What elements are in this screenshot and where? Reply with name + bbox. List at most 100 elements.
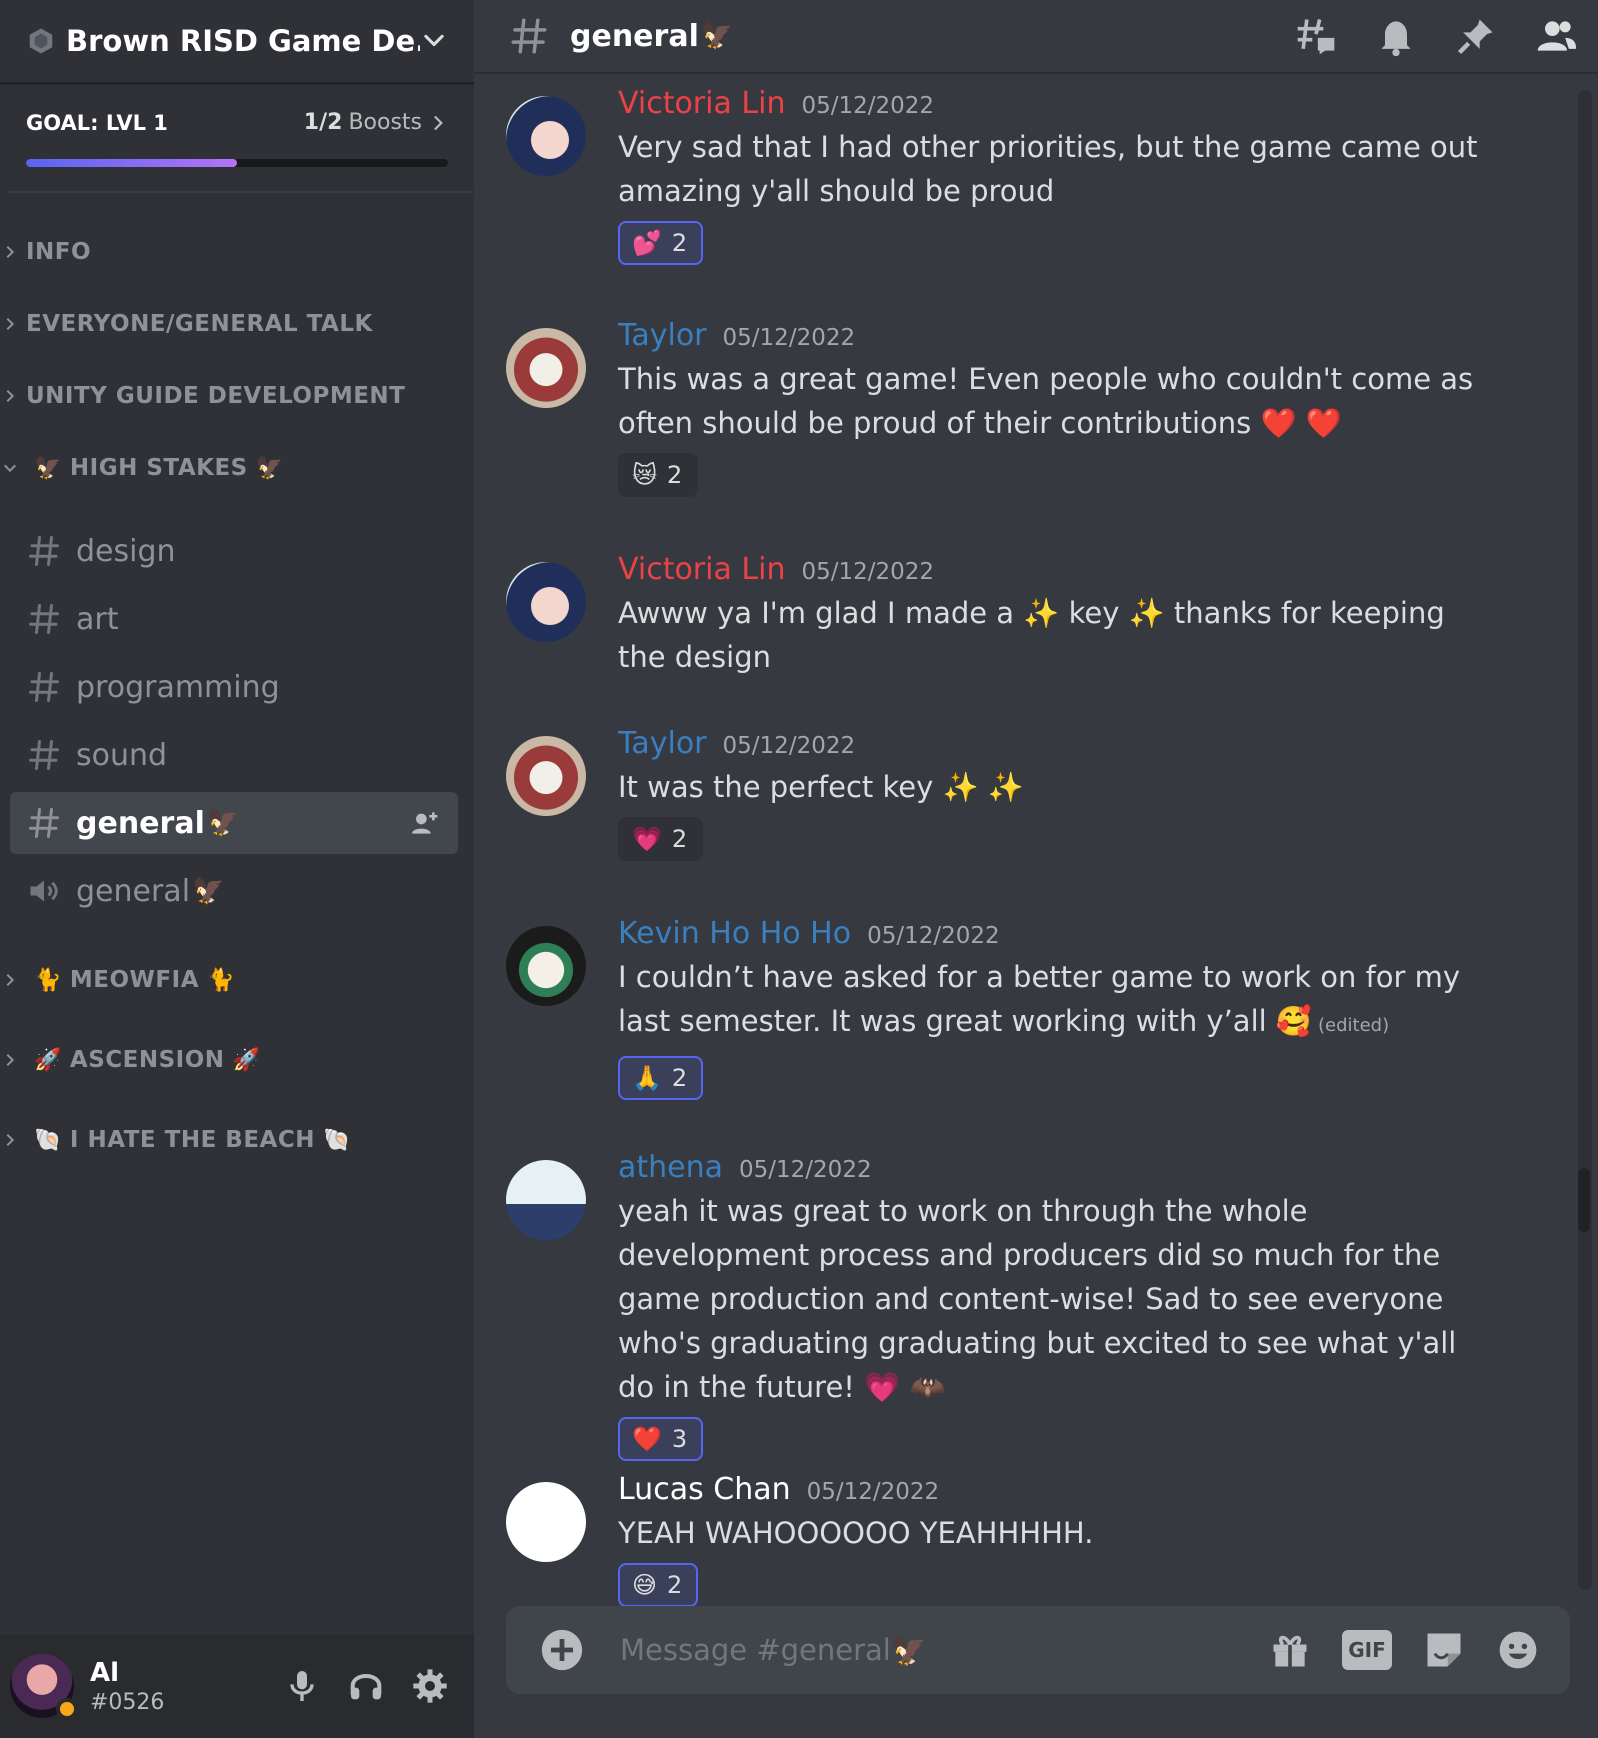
- message[interactable]: Victoria Lin 05/12/2022 Very sad that I …: [474, 84, 1564, 265]
- channel-art[interactable]: art: [10, 588, 458, 650]
- message-text: Very sad that I had other priorities, bu…: [618, 130, 1487, 208]
- microphone-icon[interactable]: [282, 1666, 322, 1706]
- reaction-button[interactable]: 😅 2: [618, 1563, 699, 1606]
- message[interactable]: Taylor 05/12/2022 This was a great game!…: [474, 316, 1564, 497]
- headphones-icon[interactable]: [346, 1666, 386, 1706]
- category-high-stakes[interactable]: 🦅 HIGH STAKES 🦅: [0, 448, 474, 488]
- message[interactable]: Taylor 05/12/2022 It was the perfect key…: [474, 724, 1564, 861]
- rocket-emoji: 🚀: [232, 1047, 261, 1073]
- message-timestamp: 05/12/2022: [739, 1157, 872, 1183]
- member-list-icon[interactable]: [1534, 14, 1578, 58]
- bell-icon[interactable]: [1374, 14, 1418, 58]
- server-header[interactable]: Brown RISD Game De...: [0, 0, 474, 84]
- emoji-icon[interactable]: [1496, 1628, 1540, 1672]
- server-boost-icon: [29, 28, 53, 54]
- channel-general-text[interactable]: general 🦅: [10, 792, 458, 854]
- edited-label: (edited): [1318, 1015, 1390, 1036]
- add-attachment-icon[interactable]: [540, 1628, 584, 1672]
- reaction-count: 2: [671, 825, 688, 853]
- avatar[interactable]: [506, 736, 586, 816]
- category-unity-guide-development[interactable]: UNITY GUIDE DEVELOPMENT: [0, 376, 474, 416]
- chevron-right-icon: [434, 115, 443, 130]
- reaction-count: 2: [671, 1064, 688, 1092]
- message-timestamp: 05/12/2022: [867, 923, 1000, 949]
- chevron-right-icon: [6, 317, 15, 331]
- message-timestamp: 05/12/2022: [801, 93, 935, 119]
- channel-sound[interactable]: sound: [10, 724, 458, 786]
- channel-label: programming: [76, 669, 280, 705]
- message-input[interactable]: [618, 1632, 1268, 1668]
- avatar[interactable]: [506, 96, 586, 176]
- cat-emoji: 🐈: [34, 967, 62, 993]
- chevron-right-icon: [6, 973, 15, 987]
- hash-icon: [29, 536, 59, 566]
- reaction-count: 3: [671, 1425, 688, 1453]
- message[interactable]: athena 05/12/2022 yeah it was great to w…: [474, 1148, 1564, 1461]
- scrollbar-track[interactable]: [1578, 90, 1592, 1590]
- chevron-down-icon: [3, 464, 17, 473]
- channel-label: design: [76, 533, 176, 569]
- avatar[interactable]: [10, 1654, 78, 1720]
- boost-count[interactable]: 1/2 Boosts: [304, 110, 448, 135]
- chevron-down-icon[interactable]: [420, 27, 448, 55]
- avatar[interactable]: [506, 1160, 586, 1240]
- message-author[interactable]: Taylor: [618, 318, 707, 353]
- avatar[interactable]: [506, 328, 586, 408]
- gear-icon[interactable]: [410, 1666, 450, 1706]
- reaction-emoji: 💕: [632, 229, 662, 257]
- channel-header: general 🦅: [474, 0, 1598, 74]
- create-invite-icon[interactable]: [408, 807, 440, 839]
- reaction-button[interactable]: ❤️ 3: [618, 1417, 704, 1461]
- reaction-count: 2: [667, 1571, 683, 1599]
- shell-emoji: 🐚: [322, 1127, 351, 1153]
- reaction-button[interactable]: 🙏 2: [618, 1056, 704, 1100]
- category-meowfia[interactable]: 🐈 MEOWFIA 🐈: [0, 960, 474, 1000]
- category-label: UNITY GUIDE DEVELOPMENT: [26, 383, 406, 409]
- avatar[interactable]: [506, 562, 586, 642]
- message-author[interactable]: Victoria Lin: [618, 86, 785, 121]
- channel-title: general: [570, 18, 699, 54]
- user-panel: Al #0526: [0, 1634, 474, 1738]
- user-info[interactable]: Al #0526: [90, 1658, 282, 1715]
- channel-programming[interactable]: programming: [10, 656, 458, 718]
- message-author[interactable]: athena: [618, 1150, 723, 1185]
- message[interactable]: Kevin Ho Ho Ho 05/12/2022 I couldn’t hav…: [474, 914, 1564, 1100]
- reaction-button[interactable]: 💗 2: [618, 817, 704, 861]
- threads-icon[interactable]: [1294, 14, 1338, 58]
- message[interactable]: Victoria Lin 05/12/2022 Awww ya I'm glad…: [474, 550, 1564, 679]
- message-author[interactable]: Lucas Chan: [618, 1472, 791, 1507]
- chevron-right-icon: [6, 245, 15, 259]
- boost-progress-bar: [26, 159, 448, 167]
- boost-goal-label: GOAL: LVL 1: [26, 110, 168, 135]
- message-author[interactable]: Victoria Lin: [618, 552, 785, 587]
- sticker-icon[interactable]: [1422, 1628, 1466, 1672]
- category-i-hate-the-beach[interactable]: 🐚 I HATE THE BEACH 🐚: [0, 1120, 474, 1160]
- chat-area: general 🦅 Victoria Lin 05/12/2022 Very s…: [474, 0, 1598, 1738]
- reaction-button[interactable]: 😿 2: [618, 453, 699, 497]
- message-author[interactable]: Taylor: [618, 726, 707, 761]
- gift-icon[interactable]: [1268, 1628, 1312, 1672]
- category-info[interactable]: INFO: [0, 232, 474, 272]
- message-author[interactable]: Kevin Ho Ho Ho: [618, 916, 851, 951]
- channel-label: art: [76, 601, 119, 637]
- gif-button[interactable]: GIF: [1342, 1630, 1392, 1670]
- message[interactable]: Lucas Chan 05/12/2022 YEAH WAHOOOOOO YEA…: [474, 1470, 1564, 1606]
- message-text: I couldn’t have asked for a better game …: [618, 955, 1498, 1048]
- category-ascension[interactable]: 🚀 ASCENSION 🚀: [0, 1040, 474, 1080]
- reaction-count: 2: [667, 461, 683, 489]
- category-everyone-general-talk[interactable]: EVERYONE/GENERAL TALK: [0, 304, 474, 344]
- avatar[interactable]: [506, 1482, 586, 1562]
- category-label: INFO: [26, 239, 92, 265]
- boost-goal-panel[interactable]: GOAL: LVL 1 1/2 Boosts: [0, 84, 474, 167]
- scrollbar-thumb[interactable]: [1578, 1168, 1590, 1232]
- shell-emoji: 🐚: [34, 1127, 62, 1153]
- eagle-emoji: 🦅: [700, 21, 734, 51]
- reaction-button[interactable]: 💕 2: [618, 221, 704, 265]
- channel-label: sound: [76, 737, 168, 773]
- channel-design[interactable]: design: [10, 520, 458, 582]
- channel-sidebar: Brown RISD Game De... GOAL: LVL 1 1/2 Bo…: [0, 0, 474, 1738]
- pin-icon[interactable]: [1454, 14, 1498, 58]
- avatar[interactable]: [506, 926, 586, 1006]
- status-indicator: [56, 1698, 78, 1720]
- channel-general-voice[interactable]: general 🦅: [10, 860, 458, 922]
